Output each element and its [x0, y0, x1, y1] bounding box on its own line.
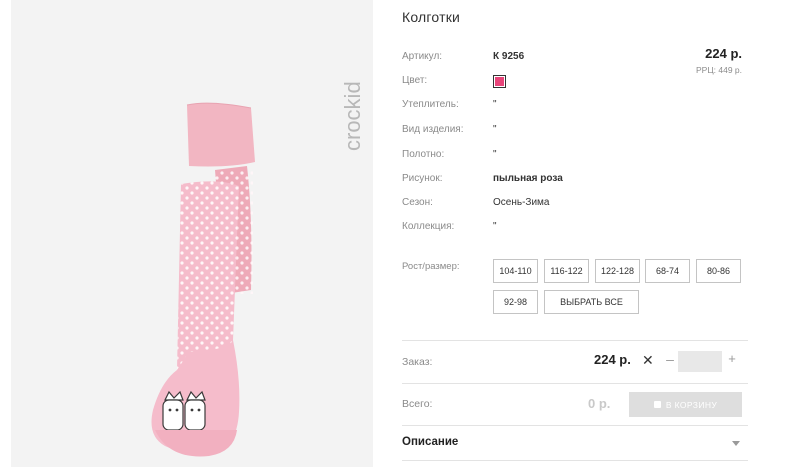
- size-option-104-110[interactable]: 104-110: [493, 259, 538, 283]
- description-accordion[interactable]: Описание: [402, 426, 748, 460]
- order-label: Заказ:: [402, 356, 433, 368]
- article-value: К 9256: [493, 51, 525, 62]
- select-all-sizes-button[interactable]: ВЫБРАТЬ ВСЕ: [544, 290, 639, 314]
- product-photo-tights: [151, 102, 255, 457]
- size-option-122-128[interactable]: 122-128: [595, 259, 640, 283]
- attr-label: Рисунок:: [402, 173, 443, 184]
- divider: [402, 460, 748, 461]
- attr-label: Полотно:: [402, 149, 445, 160]
- price-box: 224 р. РРЦ: 449 р.: [696, 46, 742, 75]
- recommended-retail-price: РРЦ: 449 р.: [696, 65, 742, 75]
- product-title: Колготки: [402, 9, 461, 25]
- quantity-decrease-button[interactable]: –: [663, 351, 677, 371]
- size-label: Рост/размер:: [402, 261, 460, 272]
- total-label: Всего:: [402, 398, 433, 410]
- total-value: 0 р.: [588, 396, 611, 411]
- size-option-116-122[interactable]: 116-122: [544, 259, 589, 283]
- order-unit-price: 224 р.: [594, 352, 631, 367]
- divider: [402, 383, 748, 384]
- attr-label: Артикул:: [402, 51, 443, 62]
- brand-logo-text: crockid: [340, 81, 365, 151]
- color-swatch-pink[interactable]: [493, 75, 506, 88]
- attr-label: Коллекция:: [402, 221, 455, 232]
- size-option-80-86[interactable]: 80-86: [696, 259, 741, 283]
- color-swatch-fill: [495, 77, 504, 86]
- insulation-value: ": [493, 99, 497, 110]
- attr-label: Вид изделия:: [402, 124, 464, 135]
- attr-label: Цвет:: [402, 75, 428, 86]
- fabric-value: ": [493, 149, 497, 160]
- product-details: Колготки 224 р. РРЦ: 449 р. Артикул: К 9…: [402, 0, 748, 467]
- product-image-panel[interactable]: crockid: [11, 0, 373, 467]
- collection-value: ": [493, 221, 497, 232]
- size-option-68-74[interactable]: 68-74: [645, 259, 690, 283]
- item-type-value: ": [493, 124, 497, 135]
- cart-icon: [653, 401, 661, 408]
- description-title: Описание: [402, 436, 459, 448]
- divider: [402, 340, 748, 341]
- size-option-92-98[interactable]: 92-98: [493, 290, 538, 314]
- attr-label: Сезон:: [402, 197, 433, 208]
- chevron-down-icon: [732, 441, 740, 446]
- attr-label: Утеплитель:: [402, 99, 459, 110]
- product-price: 224 р.: [705, 46, 742, 61]
- pattern-value: пыльная роза: [493, 173, 563, 184]
- season-value: Осень-Зима: [493, 197, 550, 208]
- times-icon: ✕: [642, 352, 654, 368]
- add-to-cart-label: В КОРЗИНУ: [665, 399, 718, 410]
- add-to-cart-button[interactable]: В КОРЗИНУ: [629, 392, 742, 417]
- quantity-input[interactable]: [678, 351, 722, 372]
- quantity-increase-button[interactable]: +: [725, 351, 739, 371]
- brand-logo: crockid: [340, 81, 365, 151]
